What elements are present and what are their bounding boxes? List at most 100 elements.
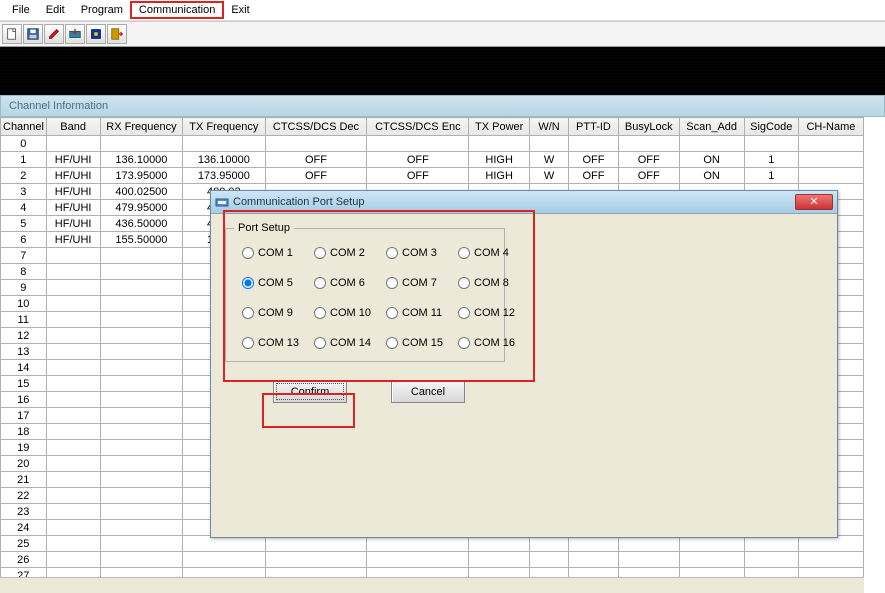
col-dec[interactable]: CTCSS/DCS Dec (265, 118, 367, 136)
cell[interactable] (46, 408, 100, 424)
cell[interactable]: W (530, 168, 569, 184)
read-icon[interactable] (65, 24, 85, 44)
cell[interactable] (100, 280, 182, 296)
port-radio-com5[interactable]: COM 5 (242, 277, 310, 289)
cell[interactable] (46, 424, 100, 440)
cell[interactable] (46, 328, 100, 344)
port-radio-input[interactable] (386, 277, 398, 289)
cell[interactable] (100, 344, 182, 360)
dialog-titlebar[interactable]: Communication Port Setup ✕ (211, 191, 837, 214)
port-radio-input[interactable] (314, 247, 326, 259)
cell[interactable]: 18 (1, 424, 47, 440)
port-radio-input[interactable] (314, 337, 326, 349)
col-busy[interactable]: BusyLock (618, 118, 679, 136)
cancel-button[interactable]: Cancel (391, 380, 465, 403)
cell[interactable] (367, 136, 469, 152)
cell[interactable]: 22 (1, 488, 47, 504)
port-radio-input[interactable] (458, 337, 470, 349)
cell[interactable]: ON (679, 152, 744, 168)
col-scan[interactable]: Scan_Add (679, 118, 744, 136)
cell[interactable]: 136.10000 (183, 152, 265, 168)
port-radio-com8[interactable]: COM 8 (458, 277, 526, 289)
menu-file[interactable]: File (4, 2, 38, 18)
cell[interactable] (46, 488, 100, 504)
cell[interactable] (569, 552, 619, 568)
cell[interactable]: HF/UHI (46, 232, 100, 248)
cell[interactable] (100, 248, 182, 264)
cell[interactable] (100, 392, 182, 408)
cell[interactable] (100, 536, 182, 552)
col-band[interactable]: Band (46, 118, 100, 136)
cell[interactable] (183, 136, 265, 152)
cell[interactable]: OFF (265, 168, 367, 184)
cell[interactable]: 5 (1, 216, 47, 232)
cell[interactable]: 155.50000 (100, 232, 182, 248)
cell[interactable] (46, 520, 100, 536)
table-row[interactable]: 2HF/UHI173.95000173.95000OFFOFFHIGHWOFFO… (1, 168, 864, 184)
port-radio-input[interactable] (242, 307, 254, 319)
port-radio-com9[interactable]: COM 9 (242, 307, 310, 319)
cell[interactable] (798, 152, 863, 168)
save-icon[interactable] (23, 24, 43, 44)
cell[interactable]: 173.95000 (100, 168, 182, 184)
cell[interactable] (46, 136, 100, 152)
port-radio-input[interactable] (386, 307, 398, 319)
cell[interactable] (100, 296, 182, 312)
menu-exit[interactable]: Exit (223, 2, 257, 18)
port-radio-com3[interactable]: COM 3 (386, 247, 454, 259)
cell[interactable]: OFF (569, 152, 619, 168)
cell[interactable] (46, 296, 100, 312)
col-ptt[interactable]: PTT-ID (569, 118, 619, 136)
cell[interactable]: HF/UHI (46, 152, 100, 168)
port-radio-com6[interactable]: COM 6 (314, 277, 382, 289)
cell[interactable] (744, 552, 798, 568)
menu-communication[interactable]: Communication (131, 2, 223, 18)
cell[interactable]: 24 (1, 520, 47, 536)
cell[interactable] (100, 328, 182, 344)
cell[interactable]: 1 (1, 152, 47, 168)
cell[interactable]: OFF (367, 168, 469, 184)
cell[interactable]: 400.02500 (100, 184, 182, 200)
cell[interactable] (265, 136, 367, 152)
cell[interactable] (100, 424, 182, 440)
cell[interactable]: 21 (1, 472, 47, 488)
cell[interactable] (469, 552, 530, 568)
cell[interactable] (679, 136, 744, 152)
cell[interactable]: 13 (1, 344, 47, 360)
cell[interactable] (679, 552, 744, 568)
menu-program[interactable]: Program (73, 2, 131, 18)
cell[interactable] (100, 312, 182, 328)
cell[interactable]: HF/UHI (46, 216, 100, 232)
cell[interactable]: HIGH (469, 152, 530, 168)
cell[interactable] (100, 488, 182, 504)
cell[interactable] (100, 456, 182, 472)
port-radio-input[interactable] (314, 277, 326, 289)
exit-icon[interactable] (107, 24, 127, 44)
cell[interactable] (569, 136, 619, 152)
port-radio-com10[interactable]: COM 10 (314, 307, 382, 319)
cell[interactable]: OFF (265, 152, 367, 168)
cell[interactable] (469, 136, 530, 152)
cell[interactable] (100, 136, 182, 152)
cell[interactable]: 20 (1, 456, 47, 472)
cell[interactable]: HF/UHI (46, 184, 100, 200)
port-radio-com1[interactable]: COM 1 (242, 247, 310, 259)
cell[interactable]: HF/UHI (46, 168, 100, 184)
port-radio-input[interactable] (242, 337, 254, 349)
cell[interactable] (798, 552, 863, 568)
cell[interactable]: 3 (1, 184, 47, 200)
cell[interactable]: 23 (1, 504, 47, 520)
cell[interactable] (100, 504, 182, 520)
cell[interactable]: 173.95000 (183, 168, 265, 184)
col-name[interactable]: CH-Name (798, 118, 863, 136)
port-radio-com7[interactable]: COM 7 (386, 277, 454, 289)
cell[interactable]: 6 (1, 232, 47, 248)
cell[interactable] (744, 136, 798, 152)
cell[interactable]: 9 (1, 280, 47, 296)
cell[interactable]: OFF (367, 152, 469, 168)
col-tx[interactable]: TX Frequency (183, 118, 265, 136)
cell[interactable] (618, 552, 679, 568)
port-radio-com14[interactable]: COM 14 (314, 337, 382, 349)
port-radio-com2[interactable]: COM 2 (314, 247, 382, 259)
cell[interactable] (100, 440, 182, 456)
